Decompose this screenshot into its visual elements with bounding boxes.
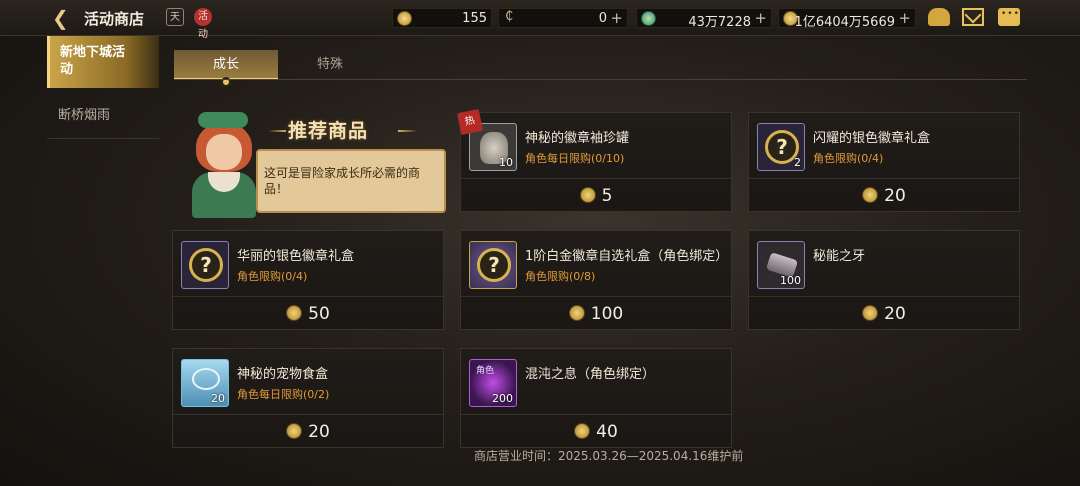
price-value: 20: [884, 186, 906, 206]
hot-badge: 热: [456, 108, 484, 136]
sidebar-item-new-dungeon[interactable]: 新地下城活动: [47, 36, 159, 88]
item-price[interactable]: 20: [749, 304, 1019, 324]
green-gem-icon: [641, 11, 656, 26]
gold-question-box-icon: ?: [469, 241, 517, 289]
item-limit: 角色限购(0/8): [525, 270, 596, 283]
currency-token: 155: [392, 8, 492, 28]
tab-growth[interactable]: 成长: [174, 50, 278, 80]
currency-gem: 43万7228 +: [636, 8, 772, 30]
currency-gem-value: 43万7228: [688, 15, 751, 30]
item-name: 神秘的宠物食盒: [237, 367, 329, 382]
add-gold-button[interactable]: +: [898, 9, 911, 27]
item-count: 200: [492, 392, 513, 405]
event-tag-icon[interactable]: 活动: [194, 8, 212, 40]
token-coin-icon: [574, 423, 591, 439]
item-count: 10: [499, 156, 513, 169]
mail-icon[interactable]: [962, 8, 984, 26]
item-limit: 角色每日限购(0/10): [525, 152, 625, 165]
currency-c: ₵ 0 +: [498, 8, 628, 28]
npc-speech-bubble: 这可是冒险家成长所必需的商品！: [256, 149, 446, 213]
currency-c-value: 0: [598, 11, 607, 26]
tab-divider: [174, 79, 1027, 80]
price-value: 50: [308, 304, 330, 324]
npc-girl-icon: [186, 108, 260, 218]
fang-icon: 100: [757, 241, 805, 289]
item-limit: 角色限购(0/4): [237, 270, 308, 283]
price-value: 20: [308, 422, 330, 442]
item-price[interactable]: 50: [173, 304, 443, 324]
calendar-icon[interactable]: 天: [166, 8, 184, 26]
price-value: 100: [590, 304, 624, 324]
add-currency-c-button[interactable]: +: [610, 9, 623, 27]
item-name: 秘能之牙: [813, 249, 866, 264]
featured-panel: 推荐商品 这可是冒险家成长所必需的商品！: [172, 104, 446, 218]
title-ornament-right: [398, 130, 418, 132]
question-box-icon: ?: [181, 241, 229, 289]
item-count: 2: [794, 156, 801, 169]
top-bar: ❮ 活动商店 天 活动 155 ₵ 0 + 43万7228 + 1亿6404万5…: [0, 0, 1080, 40]
shop-item-card[interactable]: ? 1阶白金徽章自选礼盒（角色绑定） 角色限购(0/8) 100: [460, 230, 732, 330]
item-price[interactable]: 5: [461, 186, 731, 206]
item-count: 100: [780, 274, 801, 287]
shop-item-card[interactable]: 20 神秘的宠物食盒 角色每日限购(0/2) 20: [172, 348, 444, 448]
item-limit: 角色每日限购(0/2): [237, 388, 330, 401]
token-coin-icon: [862, 305, 879, 321]
shop-item-card[interactable]: 10 热 神秘的徽章袖珍罐 角色每日限购(0/10) 5: [456, 108, 732, 212]
item-name: 混沌之息（角色绑定）: [525, 367, 656, 382]
item-price[interactable]: 40: [461, 422, 731, 442]
currency-token-value: 155: [462, 11, 487, 26]
item-price[interactable]: 20: [749, 186, 1019, 206]
chaos-breath-icon: 角色 200: [469, 359, 517, 407]
currency-gold: 1亿6404万5669 +: [778, 8, 916, 30]
shop-item-card[interactable]: 100 秘能之牙 20: [748, 230, 1020, 330]
add-gem-button[interactable]: +: [754, 9, 767, 27]
token-coin-icon: [397, 11, 412, 26]
bag-icon[interactable]: [928, 8, 950, 26]
shop-item-card[interactable]: ? 华丽的银色徽章礼盒 角色限购(0/4) 50: [172, 230, 444, 330]
sidebar-item-label: 新地下城活动: [60, 45, 126, 77]
sidebar-divider: [47, 138, 159, 139]
shop-item-card[interactable]: ? 2 闪耀的银色徽章礼盒 角色限购(0/4) 20: [748, 112, 1020, 212]
page-title: 活动商店: [84, 10, 145, 28]
featured-title: 推荐商品: [288, 120, 369, 142]
item-price[interactable]: 100: [461, 304, 731, 324]
item-name: 1阶白金徽章自选礼盒（角色绑定）: [525, 249, 729, 264]
sidebar-item-broken-bridge[interactable]: 断桥烟雨: [58, 104, 110, 123]
price-value: 20: [884, 304, 906, 324]
item-limit: 角色限购(0/4): [813, 152, 884, 165]
token-coin-icon: [579, 187, 596, 203]
price-value: 40: [596, 422, 618, 442]
item-count: 20: [211, 392, 225, 405]
currency-gold-value: 1亿6404万5669: [794, 15, 895, 30]
c-coin-icon: ₵: [505, 9, 514, 24]
token-coin-icon: [286, 305, 303, 321]
item-name: 华丽的银色徽章礼盒: [237, 249, 355, 264]
back-arrow-icon[interactable]: ❮: [52, 7, 76, 29]
shop-item-card[interactable]: 角色 200 混沌之息（角色绑定） 40: [460, 348, 732, 448]
item-name: 神秘的徽章袖珍罐: [525, 131, 630, 146]
chat-icon[interactable]: [998, 8, 1020, 26]
question-box-icon: ? 2: [757, 123, 805, 171]
token-coin-icon: [286, 423, 303, 439]
shop-hours: 商店营业时间：2025.03.26—2025.04.16维护前: [474, 449, 744, 463]
item-name: 闪耀的银色徽章礼盒: [813, 131, 931, 146]
price-value: 5: [601, 186, 613, 206]
token-coin-icon: [568, 305, 585, 321]
tab-special[interactable]: 特殊: [300, 50, 360, 80]
icon-label: 角色: [476, 366, 495, 376]
title-ornament-left: [268, 130, 286, 132]
item-price[interactable]: 20: [173, 422, 443, 442]
pet-food-box-icon: 20: [181, 359, 229, 407]
token-coin-icon: [862, 187, 879, 203]
